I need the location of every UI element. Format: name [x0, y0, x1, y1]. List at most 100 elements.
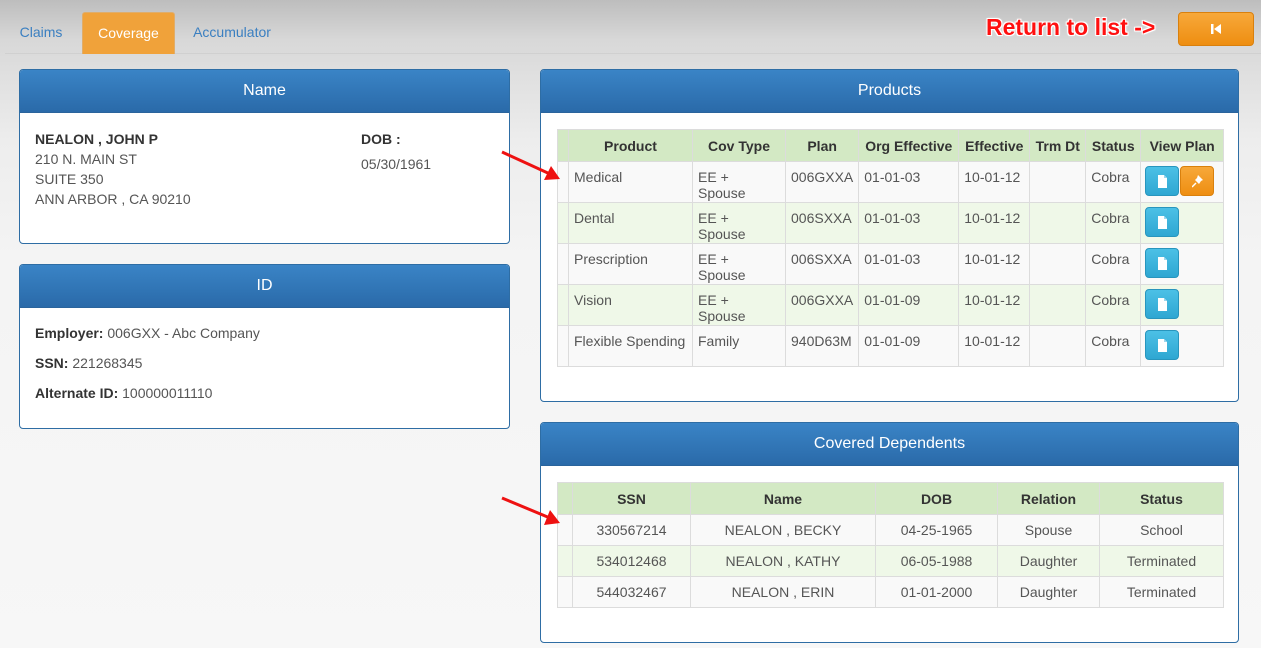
tab-accumulator[interactable]: Accumulator: [182, 12, 282, 54]
dependent-name: NEALON , ERIN: [690, 576, 876, 608]
dependents-header-row: SSN Name DOB Relation Status: [557, 482, 1224, 515]
col-effective: Effective: [958, 129, 1031, 162]
return-to-list-button[interactable]: [1178, 12, 1254, 46]
dependent-row: 544032467 NEALON , ERIN 01-01-2000 Daughter…: [557, 576, 1224, 608]
col-plan: Plan: [784, 129, 860, 162]
address-line-3: ANN ARBOR , CA 90210: [35, 191, 191, 207]
product-row: Dental EE + Spouse 006SXXA 01-01-03 10-01-12…: [557, 202, 1224, 244]
col-cov-type: Cov Type: [692, 129, 786, 162]
col-status: Status: [1085, 129, 1142, 162]
product-row: Flexible Spending Family 940D63M 01-01-09 10…: [557, 325, 1224, 367]
dependents-table: SSN Name DOB Relation Status 330567214 NE…: [557, 482, 1224, 608]
document-icon: [1158, 216, 1168, 229]
view-plan-cell: [1140, 284, 1224, 326]
document-icon: [1158, 257, 1168, 270]
dependent-name: NEALON , BECKY: [690, 514, 876, 546]
covered-dependents-panel: Covered Dependents SSN Name DOB Relation…: [540, 422, 1239, 643]
ssn-label: SSN:: [35, 355, 69, 371]
product-effective: 10-01-12: [958, 284, 1031, 326]
pin-plan-button[interactable]: [1180, 166, 1215, 196]
product-name: Dental: [568, 202, 693, 244]
name-panel: Name NEALON , JOHN P 210 N. MAIN ST SUIT…: [19, 69, 510, 244]
product-status: Cobra: [1085, 325, 1142, 367]
product-trm-dt: [1029, 284, 1087, 326]
document-icon: [1158, 175, 1168, 188]
employer-row: Employer: 006GXX - Abc Company: [35, 324, 494, 354]
col-product: Product: [568, 129, 693, 162]
product-trm-dt: [1029, 243, 1087, 285]
dependent-relation: Daughter: [997, 545, 1100, 577]
product-cov-type: EE + Spouse: [692, 243, 786, 285]
dependent-status: Terminated: [1099, 576, 1224, 608]
product-cov-type: Family: [692, 325, 786, 367]
step-backward-icon: [1211, 24, 1221, 34]
product-status: Cobra: [1085, 284, 1142, 326]
product-effective: 10-01-12: [958, 325, 1031, 367]
view-plan-cell: [1140, 325, 1224, 367]
product-org-effective: 01-01-03: [858, 243, 960, 285]
dependent-row: 330567214 NEALON , BECKY 04-25-1965 Spouse S…: [557, 514, 1224, 546]
products-panel: Products Product Cov Type Plan Org Effec…: [540, 69, 1239, 402]
col-view-plan: View Plan: [1140, 129, 1224, 162]
alternate-id-value: 100000011110: [122, 385, 213, 401]
product-effective: 10-01-12: [958, 243, 1031, 285]
product-name: Medical: [568, 161, 693, 203]
product-trm-dt: [1029, 325, 1087, 367]
col-dependent-status: Status: [1099, 482, 1224, 515]
document-icon: [1158, 339, 1168, 352]
product-cov-type: EE + Spouse: [692, 284, 786, 326]
alternate-id-label: Alternate ID:: [35, 385, 119, 401]
product-org-effective: 01-01-09: [858, 325, 960, 367]
product-effective: 10-01-12: [958, 161, 1031, 203]
col-relation: Relation: [997, 482, 1100, 515]
product-plan: 940D63M: [784, 325, 860, 367]
view-plan-button[interactable]: [1145, 248, 1180, 278]
annotation-arrow-dependents-icon: [501, 496, 560, 525]
product-plan: 006GXXA: [784, 284, 860, 326]
view-plan-cell: [1140, 161, 1224, 203]
dependent-status: School: [1099, 514, 1224, 546]
ssn-row: SSN: 221268345: [35, 354, 494, 384]
id-panel: ID Employer: 006GXX - Abc Company SSN: 2…: [19, 264, 510, 429]
col-ssn: SSN: [572, 482, 691, 515]
product-cov-type: EE + Spouse: [692, 161, 786, 203]
dependent-relation: Spouse: [997, 514, 1100, 546]
product-org-effective: 01-01-03: [858, 202, 960, 244]
view-plan-button[interactable]: [1145, 207, 1180, 237]
product-plan: 006GXXA: [784, 161, 860, 203]
alternate-id-row: Alternate ID: 100000011110: [35, 384, 494, 414]
view-plan-button[interactable]: [1145, 330, 1180, 360]
employer-label: Employer:: [35, 325, 104, 341]
dob-label: DOB :: [361, 131, 401, 147]
col-org-effective: Org Effective: [858, 129, 960, 162]
product-name: Prescription: [568, 243, 693, 285]
tab-claims[interactable]: Claims: [8, 12, 74, 54]
tab-coverage[interactable]: Coverage: [82, 12, 175, 54]
ssn-value: 221268345: [72, 355, 143, 371]
view-plan-button[interactable]: [1145, 289, 1180, 319]
col-trm-dt: Trm Dt: [1029, 129, 1087, 162]
dependent-row: 534012468 NEALON , KATHY 06-05-1988 Daughte…: [557, 545, 1224, 577]
product-trm-dt: [1029, 202, 1087, 244]
products-header-row: Product Cov Type Plan Org Effective Effe…: [557, 129, 1224, 162]
annotation-arrow-products-icon: [501, 150, 560, 180]
id-panel-title: ID: [20, 265, 509, 308]
col-name: Name: [690, 482, 876, 515]
name-panel-title: Name: [20, 70, 509, 113]
product-name: Flexible Spending: [568, 325, 693, 367]
product-plan: 006SXXA: [784, 202, 860, 244]
product-row: Medical EE + Spouse 006GXXA 01-01-03 10-01-1…: [557, 161, 1224, 203]
col-dob: DOB: [875, 482, 998, 515]
product-effective: 10-01-12: [958, 202, 1031, 244]
dependent-ssn: 544032467: [572, 576, 691, 608]
dependent-ssn: 330567214: [572, 514, 691, 546]
dependent-dob: 04-25-1965: [875, 514, 998, 546]
product-row: Vision EE + Spouse 006GXXA 01-01-09 10-01-12…: [557, 284, 1224, 326]
products-panel-title: Products: [541, 70, 1238, 113]
view-plan-button[interactable]: [1145, 166, 1180, 196]
return-to-list-annotation: Return to list ->: [986, 14, 1156, 40]
product-name: Vision: [568, 284, 693, 326]
dob-value: 05/30/1961: [361, 156, 432, 172]
dependents-panel-title: Covered Dependents: [541, 423, 1238, 466]
product-row: Prescription EE + Spouse 006SXXA 01-01-03 10…: [557, 243, 1224, 285]
